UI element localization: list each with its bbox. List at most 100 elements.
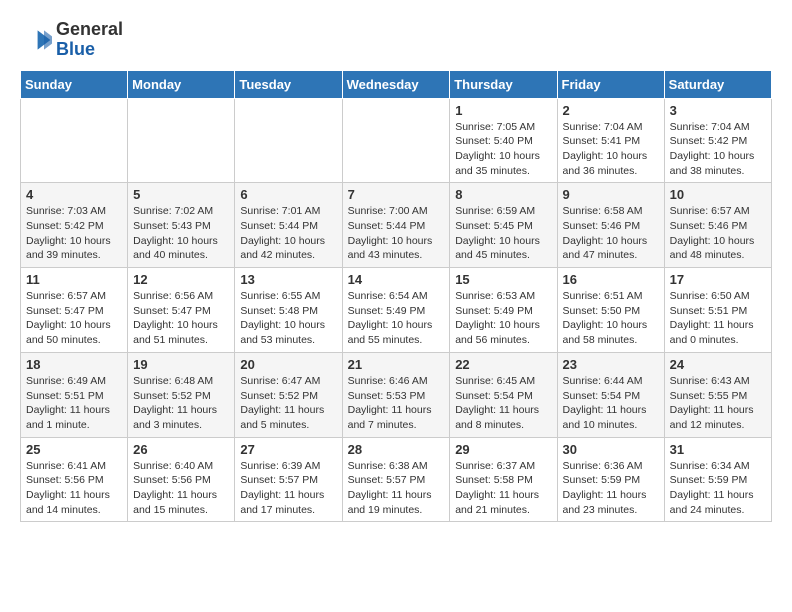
day-info: Sunrise: 6:43 AM Sunset: 5:55 PM Dayligh… — [670, 374, 766, 433]
calendar-cell — [21, 98, 128, 183]
weekday-header-monday: Monday — [128, 70, 235, 98]
calendar-cell: 21Sunrise: 6:46 AM Sunset: 5:53 PM Dayli… — [342, 352, 450, 437]
calendar-cell: 5 Sunrise: 7:02 AM Sunset: 5:43 PM Daylig… — [128, 183, 235, 268]
day-info: Sunrise: 6:53 AM Sunset: 5:49 PM Dayligh… — [455, 289, 551, 348]
calendar-cell — [235, 98, 342, 183]
day-number: 7 — [348, 187, 445, 202]
day-number: 11 — [26, 272, 122, 287]
week-row-5: 25 Sunrise: 6:41 AM Sunset: 5:56 PM Dayli… — [21, 437, 772, 522]
calendar-cell: 3 Sunrise: 7:04 AM Sunset: 5:42 PM Daylig… — [664, 98, 771, 183]
calendar-cell: 2Sunrise: 7:04 AM Sunset: 5:41 PM Daylig… — [557, 98, 664, 183]
calendar-cell: 8 Sunrise: 6:59 AM Sunset: 5:45 PM Daylig… — [450, 183, 557, 268]
calendar-cell: 23 Sunrise: 6:44 AM Sunset: 5:54 PM Dayli… — [557, 352, 664, 437]
day-number: 24 — [670, 357, 766, 372]
weekday-header-wednesday: Wednesday — [342, 70, 450, 98]
logo-text: General Blue — [56, 20, 123, 60]
day-number: 15 — [455, 272, 551, 287]
week-row-4: 18 Sunrise: 6:49 AM Sunset: 5:51 PM Dayli… — [21, 352, 772, 437]
day-info: Sunrise: 7:02 AM Sunset: 5:43 PM Dayligh… — [133, 204, 229, 263]
day-info: Sunrise: 7:04 AM Sunset: 5:41 PM Dayligh… — [563, 120, 659, 179]
calendar-cell: 1 Sunrise: 7:05 AM Sunset: 5:40 PM Daylig… — [450, 98, 557, 183]
calendar-table: SundayMondayTuesdayWednesdayThursdayFrid… — [20, 70, 772, 523]
calendar-cell: 18 Sunrise: 6:49 AM Sunset: 5:51 PM Dayli… — [21, 352, 128, 437]
calendar-cell: 9Sunrise: 6:58 AM Sunset: 5:46 PM Daylig… — [557, 183, 664, 268]
logo: General Blue — [20, 20, 123, 60]
calendar-cell: 15 Sunrise: 6:53 AM Sunset: 5:49 PM Dayli… — [450, 268, 557, 353]
day-info: Sunrise: 6:50 AM Sunset: 5:51 PM Dayligh… — [670, 289, 766, 348]
calendar-cell: 19 Sunrise: 6:48 AM Sunset: 5:52 PM Dayli… — [128, 352, 235, 437]
day-info: Sunrise: 6:41 AM Sunset: 5:56 PM Dayligh… — [26, 459, 122, 518]
calendar-cell: 13 Sunrise: 6:55 AM Sunset: 5:48 PM Dayli… — [235, 268, 342, 353]
day-number: 16 — [563, 272, 659, 287]
day-info: Sunrise: 6:55 AM Sunset: 5:48 PM Dayligh… — [240, 289, 336, 348]
calendar-cell: 25 Sunrise: 6:41 AM Sunset: 5:56 PM Dayli… — [21, 437, 128, 522]
day-info: Sunrise: 7:03 AM Sunset: 5:42 PM Dayligh… — [26, 204, 122, 263]
day-number: 3 — [670, 103, 766, 118]
day-number: 19 — [133, 357, 229, 372]
day-number: 23 — [563, 357, 659, 372]
day-info: Sunrise: 6:39 AM Sunset: 5:57 PM Dayligh… — [240, 459, 336, 518]
day-number: 5 — [133, 187, 229, 202]
day-info: Sunrise: 7:00 AM Sunset: 5:44 PM Dayligh… — [348, 204, 445, 263]
calendar-cell: 28Sunrise: 6:38 AM Sunset: 5:57 PM Dayli… — [342, 437, 450, 522]
calendar-cell: 20 Sunrise: 6:47 AM Sunset: 5:52 PM Dayli… — [235, 352, 342, 437]
day-info: Sunrise: 7:01 AM Sunset: 5:44 PM Dayligh… — [240, 204, 336, 263]
week-row-3: 11Sunrise: 6:57 AM Sunset: 5:47 PM Dayli… — [21, 268, 772, 353]
day-number: 20 — [240, 357, 336, 372]
calendar-cell: 14 Sunrise: 6:54 AM Sunset: 5:49 PM Dayli… — [342, 268, 450, 353]
day-number: 13 — [240, 272, 336, 287]
day-info: Sunrise: 6:45 AM Sunset: 5:54 PM Dayligh… — [455, 374, 551, 433]
calendar-cell — [342, 98, 450, 183]
day-number: 14 — [348, 272, 445, 287]
day-info: Sunrise: 7:05 AM Sunset: 5:40 PM Dayligh… — [455, 120, 551, 179]
day-info: Sunrise: 6:48 AM Sunset: 5:52 PM Dayligh… — [133, 374, 229, 433]
day-info: Sunrise: 6:40 AM Sunset: 5:56 PM Dayligh… — [133, 459, 229, 518]
weekday-header-thursday: Thursday — [450, 70, 557, 98]
calendar-cell: 22 Sunrise: 6:45 AM Sunset: 5:54 PM Dayli… — [450, 352, 557, 437]
day-number: 9 — [563, 187, 659, 202]
calendar-cell: 11Sunrise: 6:57 AM Sunset: 5:47 PM Dayli… — [21, 268, 128, 353]
day-info: Sunrise: 6:47 AM Sunset: 5:52 PM Dayligh… — [240, 374, 336, 433]
day-info: Sunrise: 6:36 AM Sunset: 5:59 PM Dayligh… — [563, 459, 659, 518]
calendar-cell: 6Sunrise: 7:01 AM Sunset: 5:44 PM Daylig… — [235, 183, 342, 268]
calendar-cell: 16Sunrise: 6:51 AM Sunset: 5:50 PM Dayli… — [557, 268, 664, 353]
day-number: 25 — [26, 442, 122, 457]
weekday-header-tuesday: Tuesday — [235, 70, 342, 98]
day-number: 1 — [455, 103, 551, 118]
day-number: 31 — [670, 442, 766, 457]
day-info: Sunrise: 6:46 AM Sunset: 5:53 PM Dayligh… — [348, 374, 445, 433]
weekday-header-sunday: Sunday — [21, 70, 128, 98]
calendar-cell: 31 Sunrise: 6:34 AM Sunset: 5:59 PM Dayli… — [664, 437, 771, 522]
day-info: Sunrise: 6:34 AM Sunset: 5:59 PM Dayligh… — [670, 459, 766, 518]
calendar-cell: 27 Sunrise: 6:39 AM Sunset: 5:57 PM Dayli… — [235, 437, 342, 522]
day-info: Sunrise: 6:59 AM Sunset: 5:45 PM Dayligh… — [455, 204, 551, 263]
calendar-cell — [128, 98, 235, 183]
day-number: 27 — [240, 442, 336, 457]
day-number: 26 — [133, 442, 229, 457]
page-header: General Blue — [20, 20, 772, 60]
day-number: 29 — [455, 442, 551, 457]
day-number: 28 — [348, 442, 445, 457]
day-number: 18 — [26, 357, 122, 372]
calendar-cell: 17Sunrise: 6:50 AM Sunset: 5:51 PM Dayli… — [664, 268, 771, 353]
week-row-1: 1 Sunrise: 7:05 AM Sunset: 5:40 PM Daylig… — [21, 98, 772, 183]
calendar-cell: 29 Sunrise: 6:37 AM Sunset: 5:58 PM Dayli… — [450, 437, 557, 522]
day-number: 30 — [563, 442, 659, 457]
calendar-cell: 12Sunrise: 6:56 AM Sunset: 5:47 PM Dayli… — [128, 268, 235, 353]
day-info: Sunrise: 6:49 AM Sunset: 5:51 PM Dayligh… — [26, 374, 122, 433]
day-number: 10 — [670, 187, 766, 202]
calendar-cell: 24 Sunrise: 6:43 AM Sunset: 5:55 PM Dayli… — [664, 352, 771, 437]
logo-icon — [20, 24, 52, 56]
weekday-header-row: SundayMondayTuesdayWednesdayThursdayFrid… — [21, 70, 772, 98]
day-info: Sunrise: 6:54 AM Sunset: 5:49 PM Dayligh… — [348, 289, 445, 348]
calendar-cell: 26 Sunrise: 6:40 AM Sunset: 5:56 PM Dayli… — [128, 437, 235, 522]
day-number: 12 — [133, 272, 229, 287]
day-info: Sunrise: 6:37 AM Sunset: 5:58 PM Dayligh… — [455, 459, 551, 518]
day-info: Sunrise: 6:44 AM Sunset: 5:54 PM Dayligh… — [563, 374, 659, 433]
day-number: 22 — [455, 357, 551, 372]
week-row-2: 4Sunrise: 7:03 AM Sunset: 5:42 PM Daylig… — [21, 183, 772, 268]
weekday-header-friday: Friday — [557, 70, 664, 98]
day-info: Sunrise: 7:04 AM Sunset: 5:42 PM Dayligh… — [670, 120, 766, 179]
calendar-body: 1 Sunrise: 7:05 AM Sunset: 5:40 PM Daylig… — [21, 98, 772, 522]
day-number: 8 — [455, 187, 551, 202]
